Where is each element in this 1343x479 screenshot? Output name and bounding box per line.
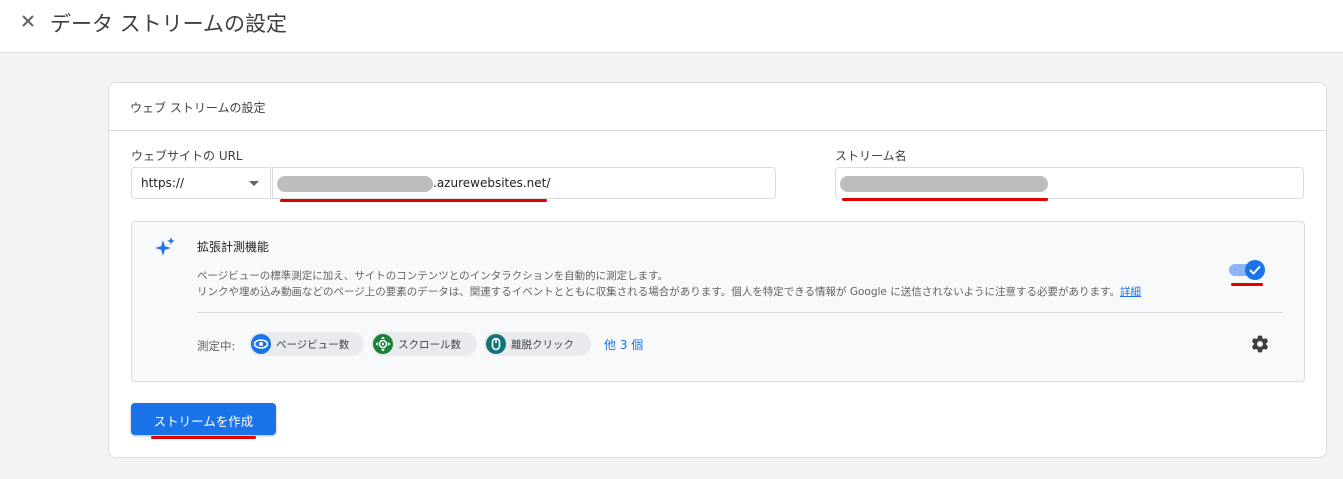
chip-page-views[interactable]: ページビュー数 [249,332,364,356]
details-link[interactable]: 詳細 [1120,286,1141,298]
check-icon [1249,266,1261,275]
chip-outbound-clicks[interactable]: 離脱クリック [484,332,591,356]
description-line-2: リンクや埋め込み動画などのページ上の要素のデータは、関連するイベントとともに収集… [197,284,1141,300]
website-url-input[interactable]: .azurewebsites.net/ [272,167,776,199]
stream-name-highlight-underline [842,198,1048,201]
redacted-domain [277,176,433,192]
website-url-label: ウェブサイトの URL [131,149,243,163]
create-stream-label: ストリームを作成 [153,414,254,429]
close-icon[interactable] [18,11,40,33]
redacted-stream-name [840,176,1048,192]
enhanced-measurement-title: 拡張計測機能 [197,240,270,254]
enhanced-measurement-panel: 拡張計測機能 ページビューの標準測定に加え、サイトのコンテンツとのインタラクショ… [131,221,1305,382]
top-bar: データ ストリームの設定 [0,0,1343,53]
stream-name-label: ストリーム名 [835,149,907,163]
url-suffix: .azurewebsites.net/ [433,176,551,190]
divider [197,312,1283,313]
description-line-1: ページビューの標準測定に加え、サイトのコンテンツとのインタラクションを自動的に測… [197,270,669,282]
web-stream-settings-card: ウェブ ストリームの設定 ウェブサイトの URL ストリーム名 https://… [108,82,1327,458]
chip-label: ページビュー数 [276,339,350,351]
description-line-2-text: リンクや埋め込み動画などのページ上の要素のデータは、関連するイベントとともに収集… [197,286,1120,298]
chip-label: スクロール数 [398,339,461,351]
card-header: ウェブ ストリームの設定 [109,83,1326,131]
mouse-icon [486,334,506,354]
create-stream-button[interactable]: ストリームを作成 [131,403,276,435]
eye-icon [251,334,271,354]
dropdown-arrow-icon [249,181,259,186]
measuring-label: 測定中: [197,339,236,353]
stream-name-input[interactable] [835,167,1304,199]
toggle-knob [1245,260,1265,280]
more-events-link[interactable]: 他 3 個 [604,336,643,353]
enhanced-measurement-toggle[interactable] [1229,259,1265,281]
chip-label: 離脱クリック [511,339,574,351]
protocol-select[interactable]: https:// [131,167,271,199]
protocol-value: https:// [141,176,185,190]
sparkle-icon [155,237,175,256]
chip-scrolls[interactable]: スクロール数 [371,332,477,356]
card-title: ウェブ ストリームの設定 [130,101,266,115]
create-button-highlight-underline [151,436,256,439]
toggle-highlight-underline [1231,283,1263,286]
crosshair-icon [373,334,393,354]
url-highlight-underline [280,199,547,202]
gear-icon[interactable] [1250,334,1270,354]
enhanced-measurement-description: ページビューの標準測定に加え、サイトのコンテンツとのインタラクションを自動的に測… [197,268,1141,300]
page-title: データ ストリームの設定 [50,12,288,36]
